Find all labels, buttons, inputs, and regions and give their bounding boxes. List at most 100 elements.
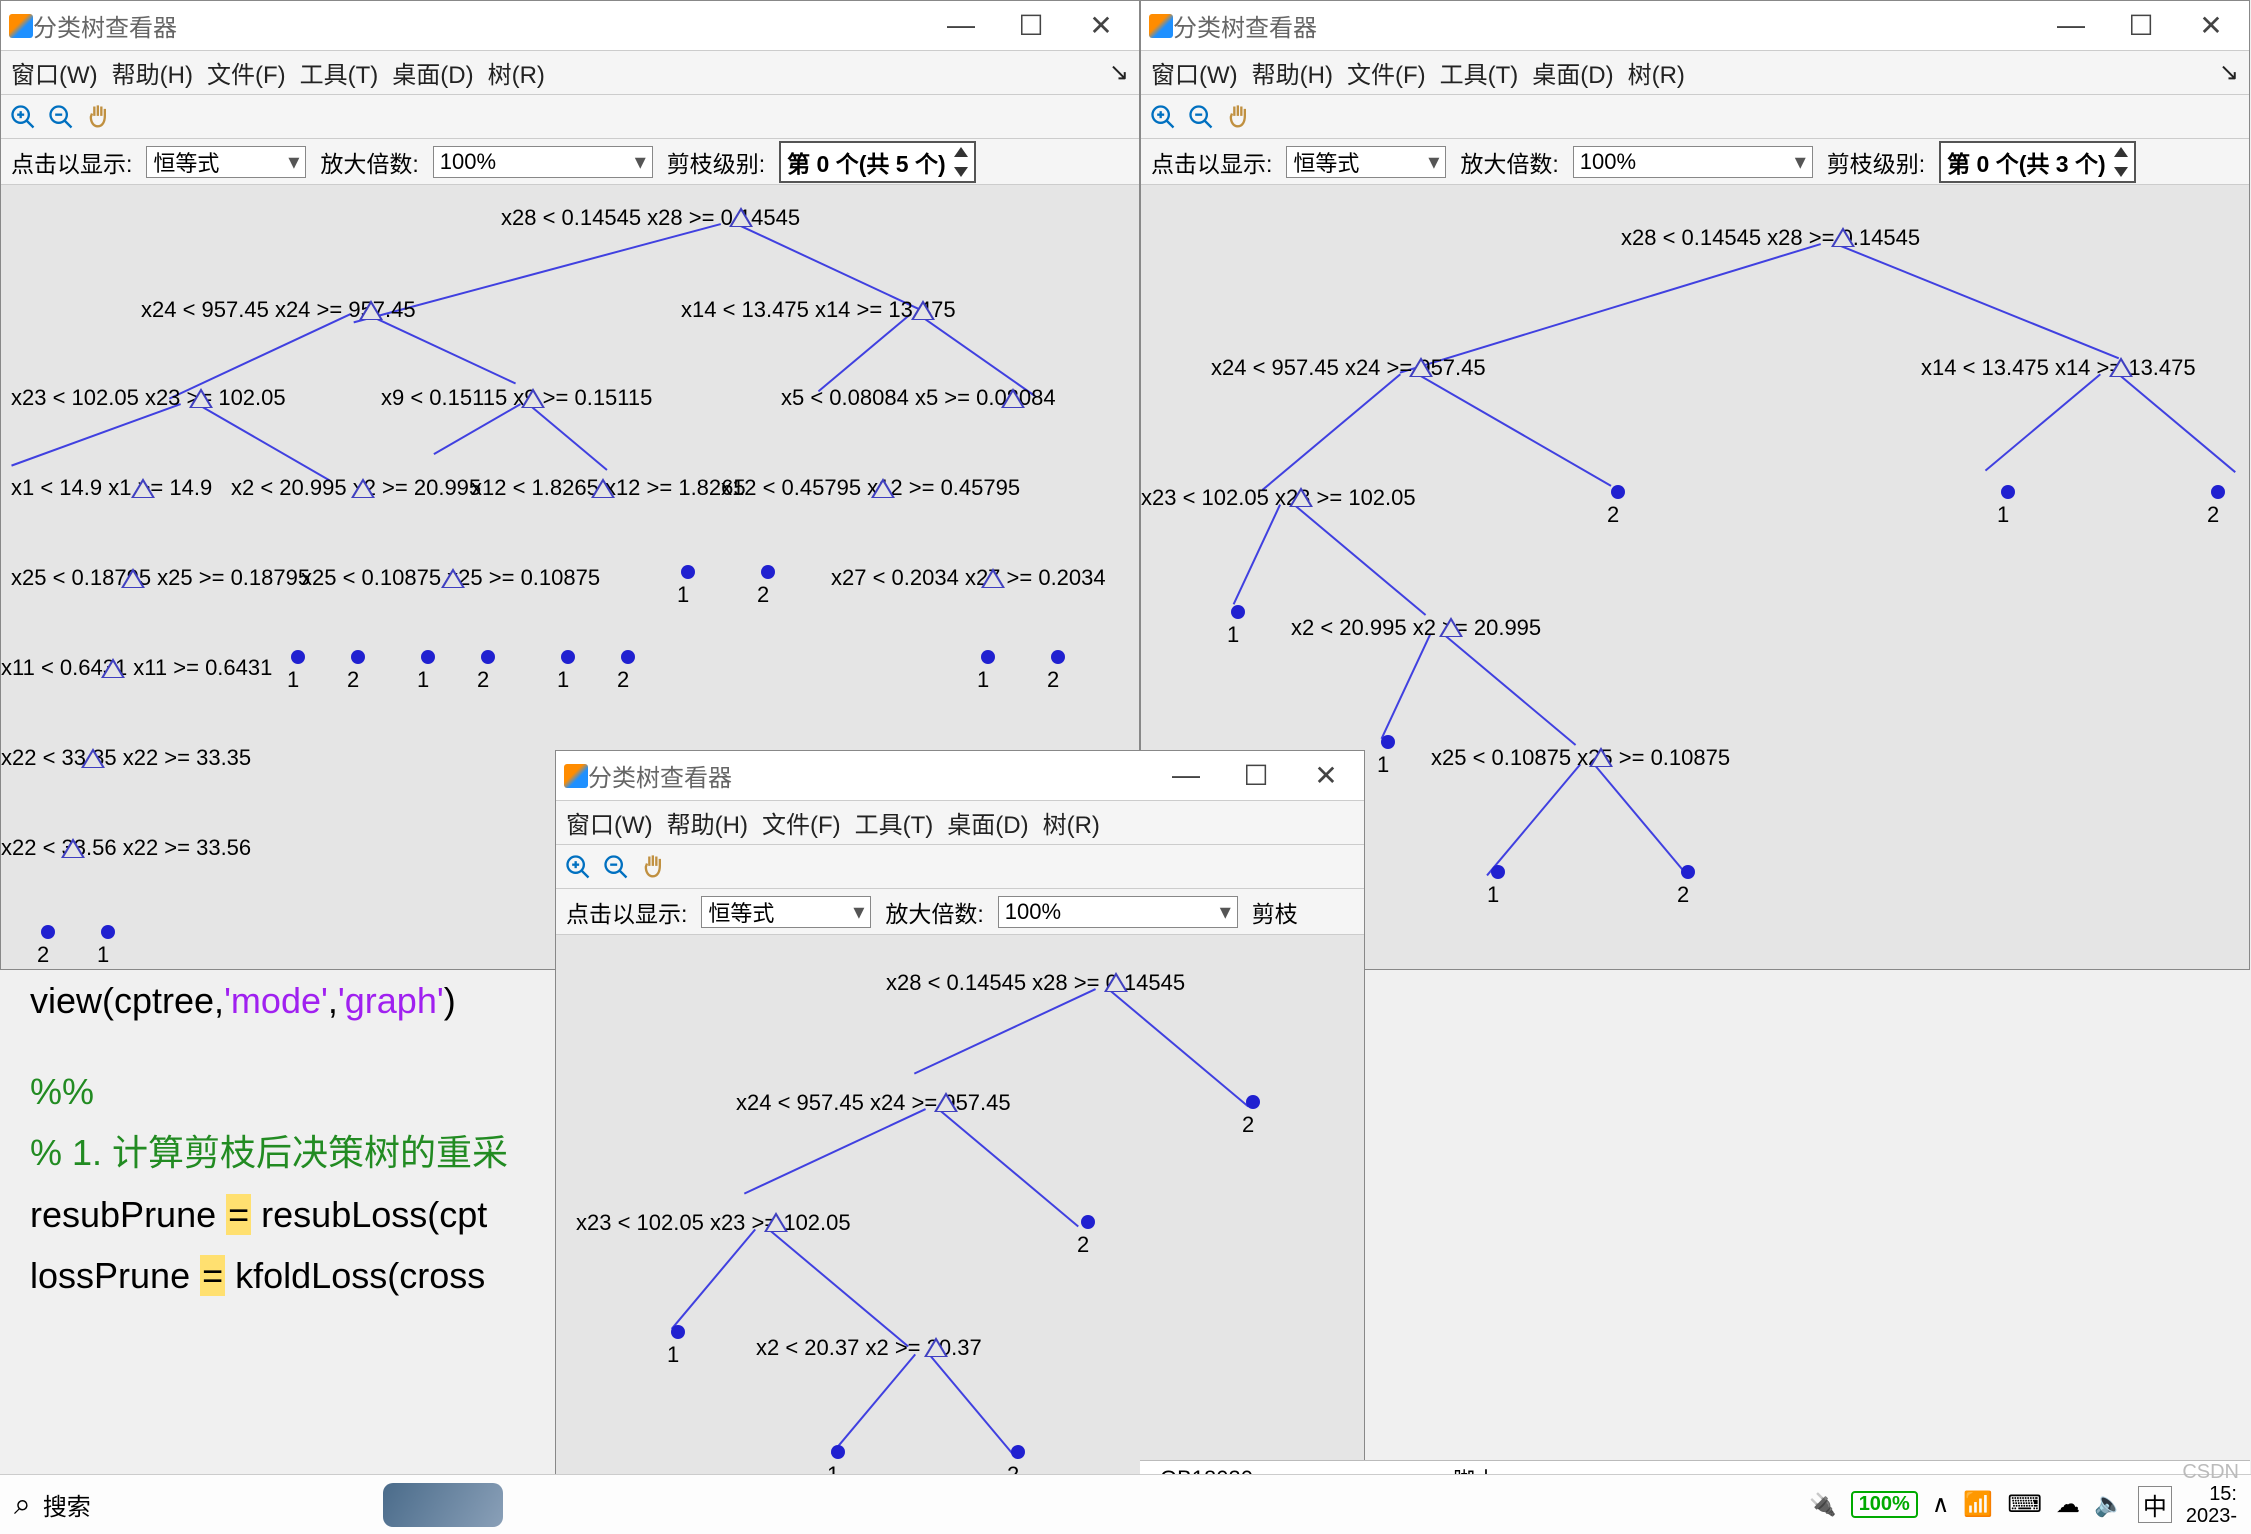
tray-overflow-icon[interactable]: ∧ bbox=[1932, 1490, 1950, 1519]
leaf-dot bbox=[351, 650, 365, 664]
triangle-icon bbox=[2109, 357, 2133, 377]
menu-desktop[interactable]: 桌面(D) bbox=[1532, 55, 1613, 90]
tree-node: x14 < 13.475 x14 >= 13.475 bbox=[1921, 355, 2196, 381]
menu-overflow-icon[interactable]: ↘ bbox=[2219, 58, 2239, 87]
menu-help[interactable]: 帮助(H) bbox=[667, 805, 748, 840]
display-select[interactable]: 恒等式 bbox=[1286, 146, 1446, 178]
menu-window[interactable]: 窗口(W) bbox=[11, 55, 98, 90]
tree-canvas[interactable]: x28 < 0.14545 x28 >= 0.14545 x24 < 957.4… bbox=[556, 935, 1364, 1533]
triangle-icon bbox=[1104, 972, 1128, 992]
ime-indicator[interactable]: 中 bbox=[2138, 1486, 2172, 1523]
zoom-in-icon[interactable] bbox=[1149, 103, 1177, 131]
menu-overflow-icon[interactable]: ↘ bbox=[1109, 58, 1129, 87]
menu-file[interactable]: 文件(F) bbox=[1347, 55, 1426, 90]
control-bar: 点击以显示: 恒等式 放大倍数: 100% 剪枝级别: 第 0 个(共 5 个) bbox=[1, 139, 1139, 185]
magnification-label: 放大倍数: bbox=[885, 895, 983, 929]
pan-icon[interactable] bbox=[640, 853, 668, 881]
leaf-dot bbox=[1611, 485, 1625, 499]
menu-desktop[interactable]: 桌面(D) bbox=[392, 55, 473, 90]
toolbar bbox=[1, 95, 1139, 139]
leaf-dot bbox=[421, 650, 435, 664]
magnification-select[interactable]: 100% bbox=[998, 896, 1238, 928]
titlebar[interactable]: 分类树查看器 — ☐ ✕ bbox=[1141, 1, 2249, 51]
titlebar[interactable]: 分类树查看器 — ☐ ✕ bbox=[556, 751, 1364, 801]
leaf-dot bbox=[41, 925, 55, 939]
tree-node: x27 < 0.2034 x27 >= 0.2034 bbox=[831, 565, 1106, 591]
toolbar bbox=[1141, 95, 2249, 139]
magnification-select[interactable]: 100% bbox=[433, 146, 653, 178]
menu-tree[interactable]: 树(R) bbox=[1628, 55, 1685, 90]
pan-icon[interactable] bbox=[1225, 103, 1253, 131]
control-bar: 点击以显示: 恒等式 放大倍数: 100% 剪枝 bbox=[556, 889, 1364, 935]
volume-icon[interactable]: 🔈 bbox=[2094, 1490, 2124, 1519]
menu-tree[interactable]: 树(R) bbox=[488, 55, 545, 90]
titlebar[interactable]: 分类树查看器 — ☐ ✕ bbox=[1, 1, 1139, 51]
prune-level-spinner[interactable]: 第 0 个(共 3 个) bbox=[1939, 141, 2135, 183]
zoom-in-icon[interactable] bbox=[9, 103, 37, 131]
triangle-icon bbox=[189, 388, 213, 408]
leaf-dot bbox=[101, 925, 115, 939]
zoom-in-icon[interactable] bbox=[564, 853, 592, 881]
triangle-icon bbox=[871, 478, 895, 498]
display-select[interactable]: 恒等式 bbox=[146, 146, 306, 178]
tree-node: x1 < 14.9 x1 >= 14.9 bbox=[11, 475, 212, 501]
toolbar bbox=[556, 845, 1364, 889]
prune-label: 剪枝级别: bbox=[667, 145, 765, 179]
onedrive-icon[interactable]: ☁ bbox=[2056, 1490, 2080, 1519]
cortana-icon[interactable] bbox=[383, 1483, 503, 1527]
tree-node-root: x28 < 0.14545 x28 >= 0.14545 bbox=[1621, 225, 1920, 251]
triangle-icon bbox=[729, 207, 753, 227]
menu-window[interactable]: 窗口(W) bbox=[566, 805, 653, 840]
menu-file[interactable]: 文件(F) bbox=[207, 55, 286, 90]
clock-date[interactable]: 2023- bbox=[2186, 1505, 2237, 1527]
clock-time[interactable]: 15: bbox=[2186, 1483, 2237, 1505]
zoom-out-icon[interactable] bbox=[1187, 103, 1215, 131]
close-button[interactable]: ✕ bbox=[1081, 9, 1121, 42]
triangle-icon bbox=[1439, 617, 1463, 637]
minimize-button[interactable]: — bbox=[1166, 759, 1206, 792]
wifi-icon[interactable]: 📶 bbox=[1963, 1490, 1993, 1519]
minimize-button[interactable]: — bbox=[941, 9, 981, 42]
triangle-icon bbox=[61, 838, 85, 858]
power-icon[interactable]: 🔌 bbox=[1809, 1492, 1836, 1518]
control-bar: 点击以显示: 恒等式 放大倍数: 100% 剪枝级别: 第 0 个(共 3 个) bbox=[1141, 139, 2249, 185]
triangle-icon bbox=[131, 478, 155, 498]
leaf-dot bbox=[561, 650, 575, 664]
tree-node: x24 < 957.45 x24 >= 957.45 bbox=[736, 1090, 1011, 1116]
triangle-icon bbox=[1409, 357, 1433, 377]
menu-desktop[interactable]: 桌面(D) bbox=[947, 805, 1028, 840]
magnification-select[interactable]: 100% bbox=[1573, 146, 1813, 178]
leaf-dot bbox=[1081, 1215, 1095, 1229]
display-label: 点击以显示: bbox=[11, 145, 132, 179]
input-method-icon[interactable]: ⌨ bbox=[2007, 1490, 2042, 1519]
search-icon[interactable]: ⌕ bbox=[14, 1488, 31, 1522]
menu-help[interactable]: 帮助(H) bbox=[112, 55, 193, 90]
menu-tools[interactable]: 工具(T) bbox=[1440, 55, 1519, 90]
menu-file[interactable]: 文件(F) bbox=[762, 805, 841, 840]
leaf-dot bbox=[1246, 1095, 1260, 1109]
tree-node: x2 < 20.995 x2 >= 20.995 bbox=[1291, 615, 1541, 641]
menu-tools[interactable]: 工具(T) bbox=[300, 55, 379, 90]
zoom-out-icon[interactable] bbox=[602, 853, 630, 881]
menu-tools[interactable]: 工具(T) bbox=[855, 805, 934, 840]
tree-node: x22 < 33.35 x22 >= 33.35 bbox=[1, 745, 251, 771]
maximize-button[interactable]: ☐ bbox=[1011, 9, 1051, 42]
triangle-icon bbox=[441, 568, 465, 588]
menu-window[interactable]: 窗口(W) bbox=[1151, 55, 1238, 90]
menu-tree[interactable]: 树(R) bbox=[1043, 805, 1100, 840]
battery-indicator[interactable]: 100% bbox=[1851, 1491, 1918, 1518]
zoom-out-icon[interactable] bbox=[47, 103, 75, 131]
close-button[interactable]: ✕ bbox=[2191, 9, 2231, 42]
maximize-button[interactable]: ☐ bbox=[2121, 9, 2161, 42]
display-select[interactable]: 恒等式 bbox=[701, 896, 871, 928]
maximize-button[interactable]: ☐ bbox=[1236, 759, 1276, 792]
minimize-button[interactable]: — bbox=[2051, 9, 2091, 42]
leaf-dot bbox=[1011, 1445, 1025, 1459]
prune-level-spinner[interactable]: 第 0 个(共 5 个) bbox=[779, 141, 975, 183]
close-button[interactable]: ✕ bbox=[1306, 759, 1346, 792]
menu-help[interactable]: 帮助(H) bbox=[1252, 55, 1333, 90]
magnification-label: 放大倍数: bbox=[1460, 145, 1558, 179]
pan-icon[interactable] bbox=[85, 103, 113, 131]
search-input[interactable]: 搜索 bbox=[43, 1487, 91, 1522]
leaf-dot bbox=[621, 650, 635, 664]
